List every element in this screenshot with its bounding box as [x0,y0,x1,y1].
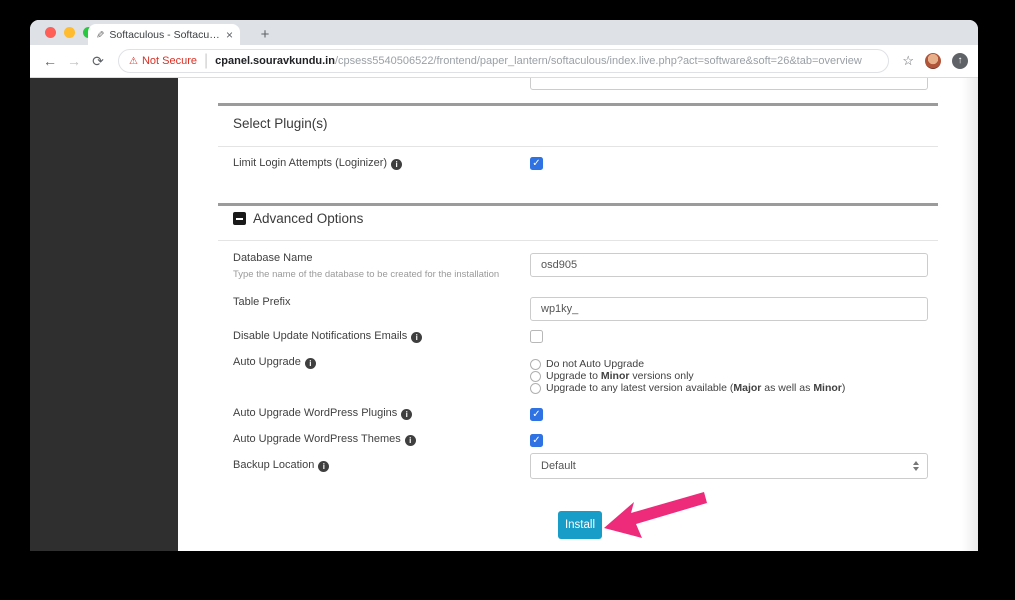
forward-icon[interactable]: → [64,53,84,69]
divider [218,146,938,147]
tab-bar: ✎ Softaculous - Softaculous - W × + [30,20,978,45]
info-icon[interactable]: i [318,461,330,472]
close-window-button[interactable] [45,27,56,38]
back-icon[interactable]: ← [40,53,60,69]
info-icon[interactable]: i [401,409,413,420]
disable-updates-label: Disable Update Notifications Emails i [233,330,423,343]
section-divider [218,203,938,206]
auto-upgrade-plugins-label: Auto Upgrade WordPress Plugins i [233,407,413,420]
table-prefix-input[interactable] [530,297,928,321]
bookmark-star-icon[interactable]: ☆ [902,53,914,69]
not-secure-label[interactable]: Not Secure [142,55,197,67]
info-icon[interactable]: i [411,332,423,343]
info-icon[interactable]: i [404,435,416,446]
omnibox-separator: | [204,52,209,69]
info-icon[interactable]: i [304,358,316,369]
profile-avatar[interactable] [925,53,941,69]
softaculous-form: Select Plugin(s) Limit Login Attempts (L… [178,78,962,551]
browser-window: ✎ Softaculous - Softaculous - W × + ← → … [30,20,978,551]
close-tab-icon[interactable]: × [226,28,233,42]
annotation-arrow-icon [604,492,707,538]
disable-updates-checkbox[interactable] [530,330,543,343]
backup-location-label: Backup Location i [233,459,330,472]
loginizer-checkbox[interactable]: ✓ [530,157,543,170]
warning-icon: ⚠ [129,55,138,67]
browser-tab[interactable]: ✎ Softaculous - Softaculous - W × [88,24,240,45]
minimize-window-button[interactable] [64,27,75,38]
scrollbar[interactable] [962,78,978,551]
loginizer-label: Limit Login Attempts (Loginizer) i [233,157,403,170]
section-divider [218,103,938,106]
selected-option: Default [541,460,576,472]
auto-upgrade-option-minor[interactable]: Upgrade to Minor versions only [530,370,694,382]
browser-toolbar: ← → ⟳ ⚠ Not Secure | cpanel.souravkundu.… [30,45,978,78]
database-name-help: Type the name of the database to be crea… [233,269,500,280]
install-button[interactable]: Install [558,511,602,539]
database-name-label: Database Name [233,252,313,264]
radio-icon[interactable] [530,370,541,382]
select-stepper-icon [913,461,919,471]
backup-location-select[interactable]: Default [530,453,928,479]
favicon-icon: ✎ [93,30,105,39]
partial-top-input[interactable] [530,78,928,90]
url-domain: cpanel.souravkundu.in [215,55,335,67]
page-content: Select Plugin(s) Limit Login Attempts (L… [30,78,978,551]
auto-upgrade-option-none[interactable]: Do not Auto Upgrade [530,358,644,370]
new-tab-button[interactable]: + [254,24,276,45]
tab-title: Softaculous - Softaculous - W [109,28,221,41]
auto-upgrade-themes-label: Auto Upgrade WordPress Themes i [233,433,416,446]
advanced-options-header[interactable]: Advanced Options [233,211,363,226]
cpanel-sidebar [30,78,178,551]
reload-icon[interactable]: ⟳ [88,53,108,70]
auto-upgrade-plugins-checkbox[interactable]: ✓ [530,408,543,421]
select-plugins-heading: Select Plugin(s) [233,116,328,131]
auto-upgrade-option-any[interactable]: Upgrade to any latest version available … [530,382,845,394]
table-prefix-label: Table Prefix [233,296,291,308]
browser-menu-icon[interactable]: ↑ [952,53,968,69]
auto-upgrade-label: Auto Upgrade i [233,356,316,369]
info-icon[interactable]: i [391,159,403,170]
window-controls [45,27,94,38]
url-path: /cpsess5540506522/frontend/paper_lantern… [334,55,862,67]
auto-upgrade-themes-checkbox[interactable]: ✓ [530,434,543,447]
radio-icon[interactable] [530,382,541,394]
divider [218,240,938,241]
database-name-input[interactable] [530,253,928,277]
page-url[interactable]: cpanel.souravkundu.in/cpsess5540506522/f… [215,55,862,67]
collapse-icon[interactable] [233,212,246,225]
address-bar[interactable]: ⚠ Not Secure | cpanel.souravkundu.in/cps… [118,49,890,73]
radio-icon[interactable] [530,358,541,370]
